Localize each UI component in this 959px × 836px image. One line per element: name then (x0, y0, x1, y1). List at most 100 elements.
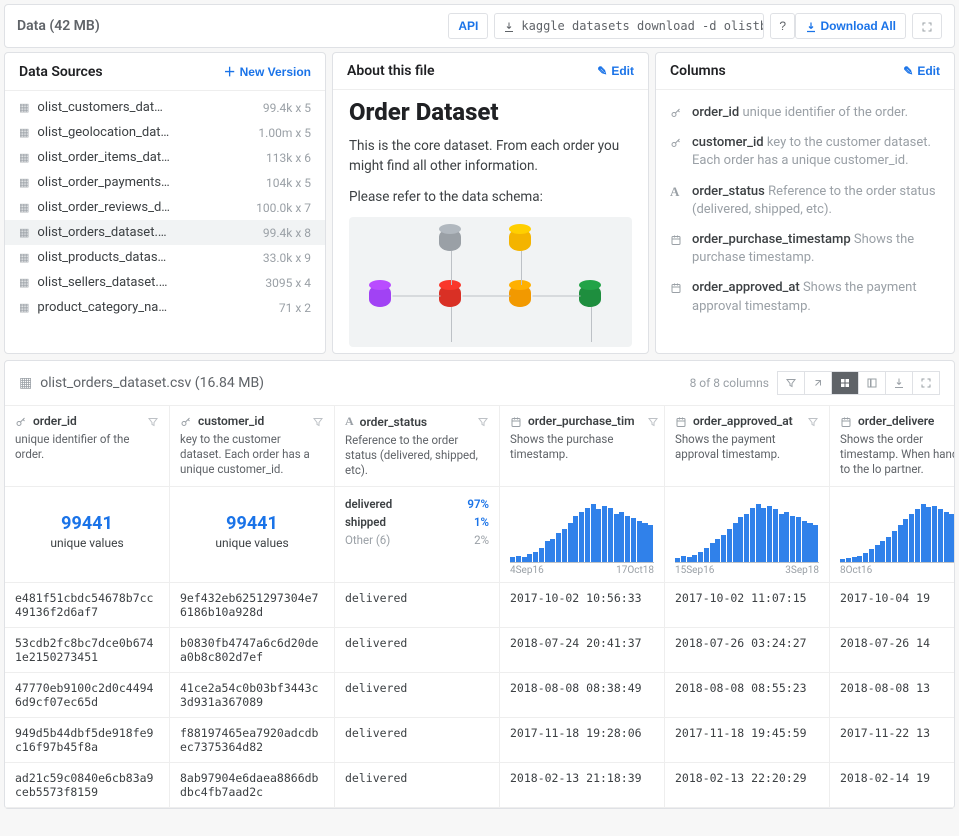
column-summary: delivered97%shipped1%Other (6)2% (335, 487, 500, 583)
data-cell: 53cdb2fc8bc7dce0b6741e2150273451 (5, 628, 170, 673)
column-header: order_approved_at Shows the payment appr… (665, 406, 830, 487)
pencil-icon: ✎ (597, 64, 607, 78)
column-header-name: order_id (33, 414, 77, 428)
data-cell: 2017-10-02 11:07:15 (665, 583, 830, 628)
data-cell: 2017-11-18 19:45:59 (665, 718, 830, 763)
data-cell: 2018-07-26 03:24:27 (665, 628, 830, 673)
column-summary: 99441unique values (170, 487, 335, 583)
data-header: Data (42 MB) API kaggle datasets downloa… (4, 4, 955, 48)
fullscreen-button[interactable] (912, 13, 942, 39)
column-item[interactable]: order_approved_at Shows the payment appr… (670, 273, 940, 321)
key-icon (180, 414, 192, 428)
column-header-desc: Shows the purchase timestamp. (510, 432, 654, 476)
data-cell: 949d5b44dbf5de918fe9c16f97b45f8a (5, 718, 170, 763)
column-header-desc: Reference to the order status (delivered… (345, 433, 489, 478)
new-version-button[interactable]: ＋ New Version (224, 63, 311, 80)
column-summary: 15Sep16 3Sep18 (665, 487, 830, 583)
column-header: A order_status Reference to the order st… (335, 406, 500, 487)
columns-edit-button[interactable]: ✎ Edit (903, 64, 940, 78)
schema-diagram (349, 217, 632, 347)
table-toolbar (777, 371, 940, 395)
column-summary: 4Sep1617Oct18 (500, 487, 665, 583)
table-filename: ▦ olist_orders_dataset.csv (16.84 MB) (19, 375, 264, 391)
plus-icon: ＋ (224, 63, 236, 80)
source-name: olist_order_reviews_d… (37, 200, 248, 215)
source-dims: 100.0k x 7 (256, 201, 311, 215)
data-cell: 2017-11-18 19:28:06 (500, 718, 665, 763)
download-table-button[interactable] (886, 371, 913, 395)
dist-val: 2% (474, 533, 489, 547)
table-icon: ▦ (19, 151, 29, 164)
data-source-item[interactable]: ▦ olist_products_datas… 33.0k x 9 (5, 245, 325, 270)
column-count-label: 8 of 8 columns (690, 376, 769, 390)
column-item[interactable]: customer_id key to the customer dataset.… (670, 128, 940, 176)
data-cell: 2017-11-22 13 (830, 718, 954, 763)
filter-icon[interactable] (312, 414, 324, 428)
source-name: olist_order_items_dat… (37, 150, 258, 165)
source-dims: 99.4k x 8 (263, 226, 311, 240)
data-source-item[interactable]: ▦ olist_customers_dat… 99.4k x 5 (5, 95, 325, 120)
unique-count: 99441 (15, 513, 159, 534)
download-all-button[interactable]: Download All (795, 13, 906, 39)
table-icon: ▦ (19, 276, 29, 289)
expand-button[interactable] (805, 371, 832, 395)
filter-icon[interactable] (477, 415, 489, 429)
column-item[interactable]: A order_status Reference to the order st… (670, 177, 940, 225)
source-dims: 104k x 5 (266, 176, 311, 190)
data-source-item[interactable]: ▦ olist_order_reviews_d… 100.0k x 7 (5, 195, 325, 220)
source-name: olist_geolocation_dat… (37, 125, 250, 140)
filter-columns-button[interactable] (777, 371, 805, 395)
column-header: customer_id key to the customer dataset.… (170, 406, 335, 487)
api-button[interactable]: API (448, 13, 488, 39)
download-command[interactable]: kaggle datasets download -d olistbr/braz… (494, 13, 764, 39)
range-end: 3Sep18 (785, 565, 819, 576)
data-cell: 2018-07-24 20:41:37 (500, 628, 665, 673)
column-header-name: order_approved_at (693, 414, 793, 428)
data-sources-list: ▦ olist_customers_dat… 99.4k x 5▦ olist_… (5, 91, 325, 353)
columns-panel: Columns ✎ Edit order_id unique identifie… (655, 52, 955, 354)
data-grid: order_id unique identifier of the order.… (5, 406, 954, 808)
data-source-item[interactable]: ▦ olist_order_payments… 104k x 5 (5, 170, 325, 195)
table-icon: ▦ (19, 226, 29, 239)
column-item[interactable]: order_purchase_timestamp Shows the purch… (670, 225, 940, 273)
about-edit-button[interactable]: ✎ Edit (597, 64, 634, 78)
data-source-item[interactable]: ▦ olist_geolocation_dat… 1.00m x 5 (5, 120, 325, 145)
date-icon (670, 231, 684, 267)
filter-icon[interactable] (647, 414, 659, 428)
about-title: About this file (347, 63, 435, 79)
table-icon: ▦ (19, 375, 32, 391)
help-button[interactable]: ? (770, 13, 795, 39)
table-icon: ▦ (19, 301, 29, 314)
column-header: order_delivere Shows the order timestamp… (830, 406, 954, 487)
data-source-item[interactable]: ▦ olist_sellers_dataset.… 3095 x 4 (5, 270, 325, 295)
data-cell: e481f51cbdc54678b7cc49136f2d6af7 (5, 583, 170, 628)
table-icon: ▦ (19, 101, 29, 114)
data-source-item[interactable]: ▦ olist_order_items_dat… 113k x 6 (5, 145, 325, 170)
column-name: customer_id (692, 135, 764, 150)
data-cell: 2018-08-08 08:38:49 (500, 673, 665, 718)
filter-icon[interactable] (147, 414, 159, 428)
data-source-item[interactable]: ▦ product_category_na… 71 x 2 (5, 295, 325, 320)
column-item[interactable]: order_id unique identifier of the order. (670, 98, 940, 128)
about-file-panel: About this file ✎ Edit Order Dataset Thi… (332, 52, 649, 354)
data-cell: delivered (335, 718, 500, 763)
table-icon: ▦ (19, 176, 29, 189)
range-start: 8Oct16 (840, 565, 872, 576)
column-summary: 99441unique values (5, 487, 170, 583)
data-source-item[interactable]: ▦ olist_orders_dataset.… 99.4k x 8 (5, 220, 325, 245)
filter-icon[interactable] (807, 414, 819, 428)
grid-view-button[interactable] (832, 371, 859, 395)
column-header-desc: Shows the order timestamp. When handled … (840, 432, 954, 477)
source-name: product_category_na… (37, 300, 270, 315)
column-view-button[interactable] (859, 371, 886, 395)
pencil-icon: ✎ (903, 64, 913, 78)
dist-key: shipped (345, 515, 386, 529)
data-cell: b0830fb4747a6c6d20dea0b8c802d7ef (170, 628, 335, 673)
source-name: olist_order_payments… (37, 175, 258, 190)
data-cell: 2017-10-02 10:56:33 (500, 583, 665, 628)
range-start: 15Sep16 (675, 565, 714, 576)
dist-key: Other (6) (345, 533, 390, 547)
text-icon: A (670, 183, 684, 219)
fullscreen-table-button[interactable] (913, 371, 940, 395)
text-icon: A (345, 414, 354, 429)
